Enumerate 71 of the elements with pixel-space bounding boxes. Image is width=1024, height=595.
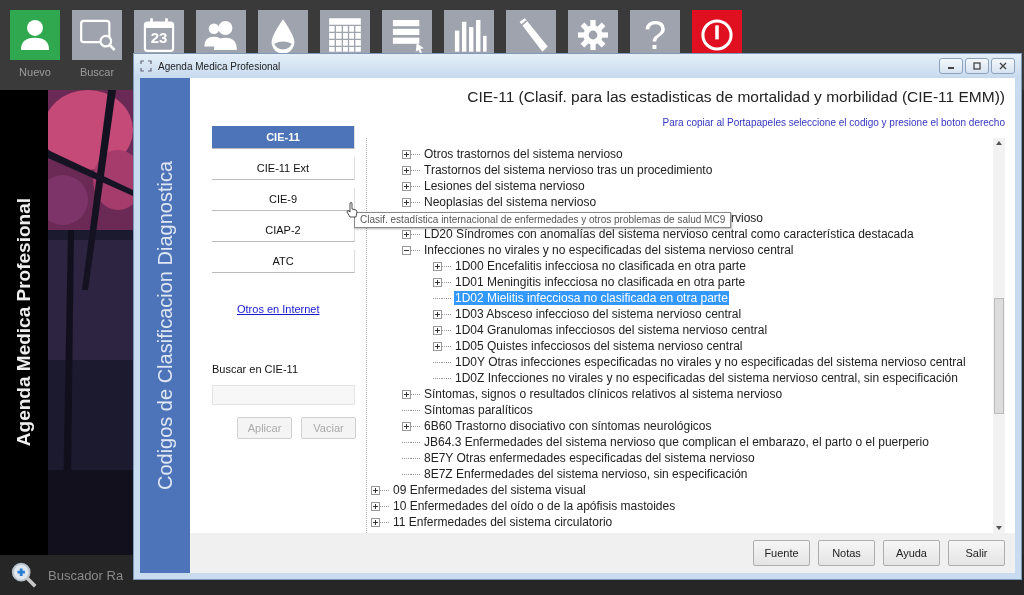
expand-icon[interactable] bbox=[402, 181, 411, 191]
expand-icon[interactable] bbox=[433, 309, 442, 319]
expand-icon[interactable] bbox=[371, 485, 380, 495]
classification-tab[interactable]: CIE-9 bbox=[212, 188, 355, 211]
classification-heading: CIE-11 (Clasif. para las estadisticas de mortalidad y morbilidad (CIE-11 EMM)) bbox=[467, 88, 1005, 106]
close-button[interactable] bbox=[991, 58, 1015, 74]
classification-tab[interactable]: ATC bbox=[212, 250, 355, 273]
search-label: Buscar en CIE-11 bbox=[212, 363, 298, 375]
tree-node[interactable]: Lesiones del sistema nervioso bbox=[423, 179, 586, 193]
tree-node[interactable]: 6B60 Trastorno disociativo con síntomas neurológicos bbox=[423, 419, 713, 433]
expand-icon[interactable] bbox=[402, 229, 411, 239]
tree-node[interactable]: 8E7Z Enfermedades del sistema nervioso, sin especificación bbox=[423, 467, 749, 481]
tree-node[interactable]: rvioso bbox=[730, 211, 764, 225]
tree-node[interactable]: 1D0Y Otras infecciones especificadas no virales y no especificadas del sistema nervioso central bbox=[454, 355, 967, 369]
expand-icon[interactable] bbox=[433, 261, 442, 271]
search-field[interactable] bbox=[212, 385, 355, 405]
tree-node[interactable]: Síntomas, signos o resultados clínicos relativos al sistema nervioso bbox=[423, 387, 784, 401]
minimize-button[interactable] bbox=[939, 58, 963, 74]
classification-tab[interactable]: CIE-11 Ext bbox=[212, 157, 355, 180]
section-title: Codigos de Clasificacion Diagnostica bbox=[153, 160, 177, 491]
window-icon bbox=[140, 60, 152, 72]
tree-node[interactable]: 8E7Y Otras enfermedades especificadas del sistema nervioso bbox=[423, 451, 756, 465]
scrollbar[interactable] bbox=[993, 138, 1005, 533]
tree-node[interactable]: 1D00 Encefalitis infecciosa no clasificada en otra parte bbox=[454, 259, 747, 273]
collapse-icon[interactable] bbox=[402, 245, 411, 255]
zoom-in-icon[interactable] bbox=[10, 561, 38, 589]
quick-search-label: Buscador Ra bbox=[48, 567, 124, 583]
tree-node[interactable]: 1D04 Granulomas infecciosos del sistema nervioso central bbox=[454, 323, 769, 337]
close-icon bbox=[998, 61, 1008, 71]
maximize-button[interactable] bbox=[965, 58, 989, 74]
tree-node[interactable]: 1D01 Meningitis infecciosa no clasificada en otra parte bbox=[454, 275, 747, 289]
tree-node[interactable]: 11 Enfermedades del sistema circulatorio bbox=[392, 515, 614, 529]
footer-button[interactable]: Notas bbox=[818, 540, 875, 566]
expand-icon[interactable] bbox=[402, 421, 411, 431]
tree-node[interactable]: 10 Enfermedades del oído o de la apófisis mastoides bbox=[392, 499, 677, 513]
tree-node[interactable]: Infecciones no virales y no especificadas del sistema nervioso central bbox=[423, 243, 795, 257]
footer-button[interactable]: Fuente bbox=[753, 540, 810, 566]
expand-icon[interactable] bbox=[402, 389, 411, 399]
tree-node[interactable]: Trastornos del sistema nervioso tras un procedimiento bbox=[423, 163, 714, 177]
tree-node[interactable]: 09 Enfermedades del sistema visual bbox=[392, 483, 587, 497]
copy-hint: Para copiar al Portapapeles seleccione el codigo y presione el boton derecho bbox=[662, 117, 1005, 128]
hand-cursor-icon bbox=[346, 202, 358, 218]
expand-icon[interactable] bbox=[402, 165, 411, 175]
footer-button[interactable]: Salir bbox=[948, 540, 1005, 566]
tool-label: Nuevo bbox=[19, 66, 51, 78]
calendar-day: 23 bbox=[134, 29, 184, 46]
expand-icon[interactable] bbox=[371, 501, 380, 511]
tooltip: Clasif. estadística internacional de enfermedades y otros problemas de salud MC9 bbox=[354, 212, 732, 228]
expand-icon[interactable] bbox=[433, 277, 442, 287]
internet-link[interactable]: Otros en Internet bbox=[237, 303, 320, 315]
window-title: Agenda Medica Profesional bbox=[158, 60, 282, 72]
tree-node[interactable]: Neoplasias del sistema nervioso bbox=[423, 195, 598, 209]
app-title: Agenda Medica Profesional bbox=[13, 198, 35, 447]
tree-node[interactable]: LD20 Síndromes con anomalías del sistema nervioso central como característica destacada bbox=[423, 227, 915, 241]
expand-icon[interactable] bbox=[433, 341, 442, 351]
scroll-thumb[interactable] bbox=[994, 298, 1004, 414]
expand-icon[interactable] bbox=[371, 517, 380, 527]
tree-node[interactable]: Otros trastornos del sistema nervioso bbox=[423, 147, 624, 161]
footer-button[interactable]: Ayuda bbox=[883, 540, 940, 566]
user-tool[interactable] bbox=[10, 10, 60, 60]
tree-node[interactable]: 1D0Z Infecciones no virales y no especificadas del sistema nervioso central, sin especificación bbox=[454, 371, 959, 385]
expand-icon[interactable] bbox=[402, 149, 411, 159]
expand-icon[interactable] bbox=[433, 325, 442, 335]
tree-node[interactable]: Síntomas paralíticos bbox=[423, 403, 534, 417]
expand-icon[interactable] bbox=[402, 197, 411, 207]
tree-node[interactable]: JB64.3 Enfermedades del sistema nervioso que complican el embarazo, el parto o el puerperio bbox=[423, 435, 930, 449]
maximize-icon bbox=[972, 61, 982, 71]
tree-node[interactable]: 1D05 Quistes infecciosos del sistema nervioso central bbox=[454, 339, 744, 353]
tool-label: Buscar bbox=[79, 66, 115, 78]
tree-node[interactable]: 1D03 Absceso infeccioso del sistema nervioso central bbox=[454, 307, 743, 321]
classification-tab[interactable]: CIE-11 bbox=[212, 126, 355, 149]
